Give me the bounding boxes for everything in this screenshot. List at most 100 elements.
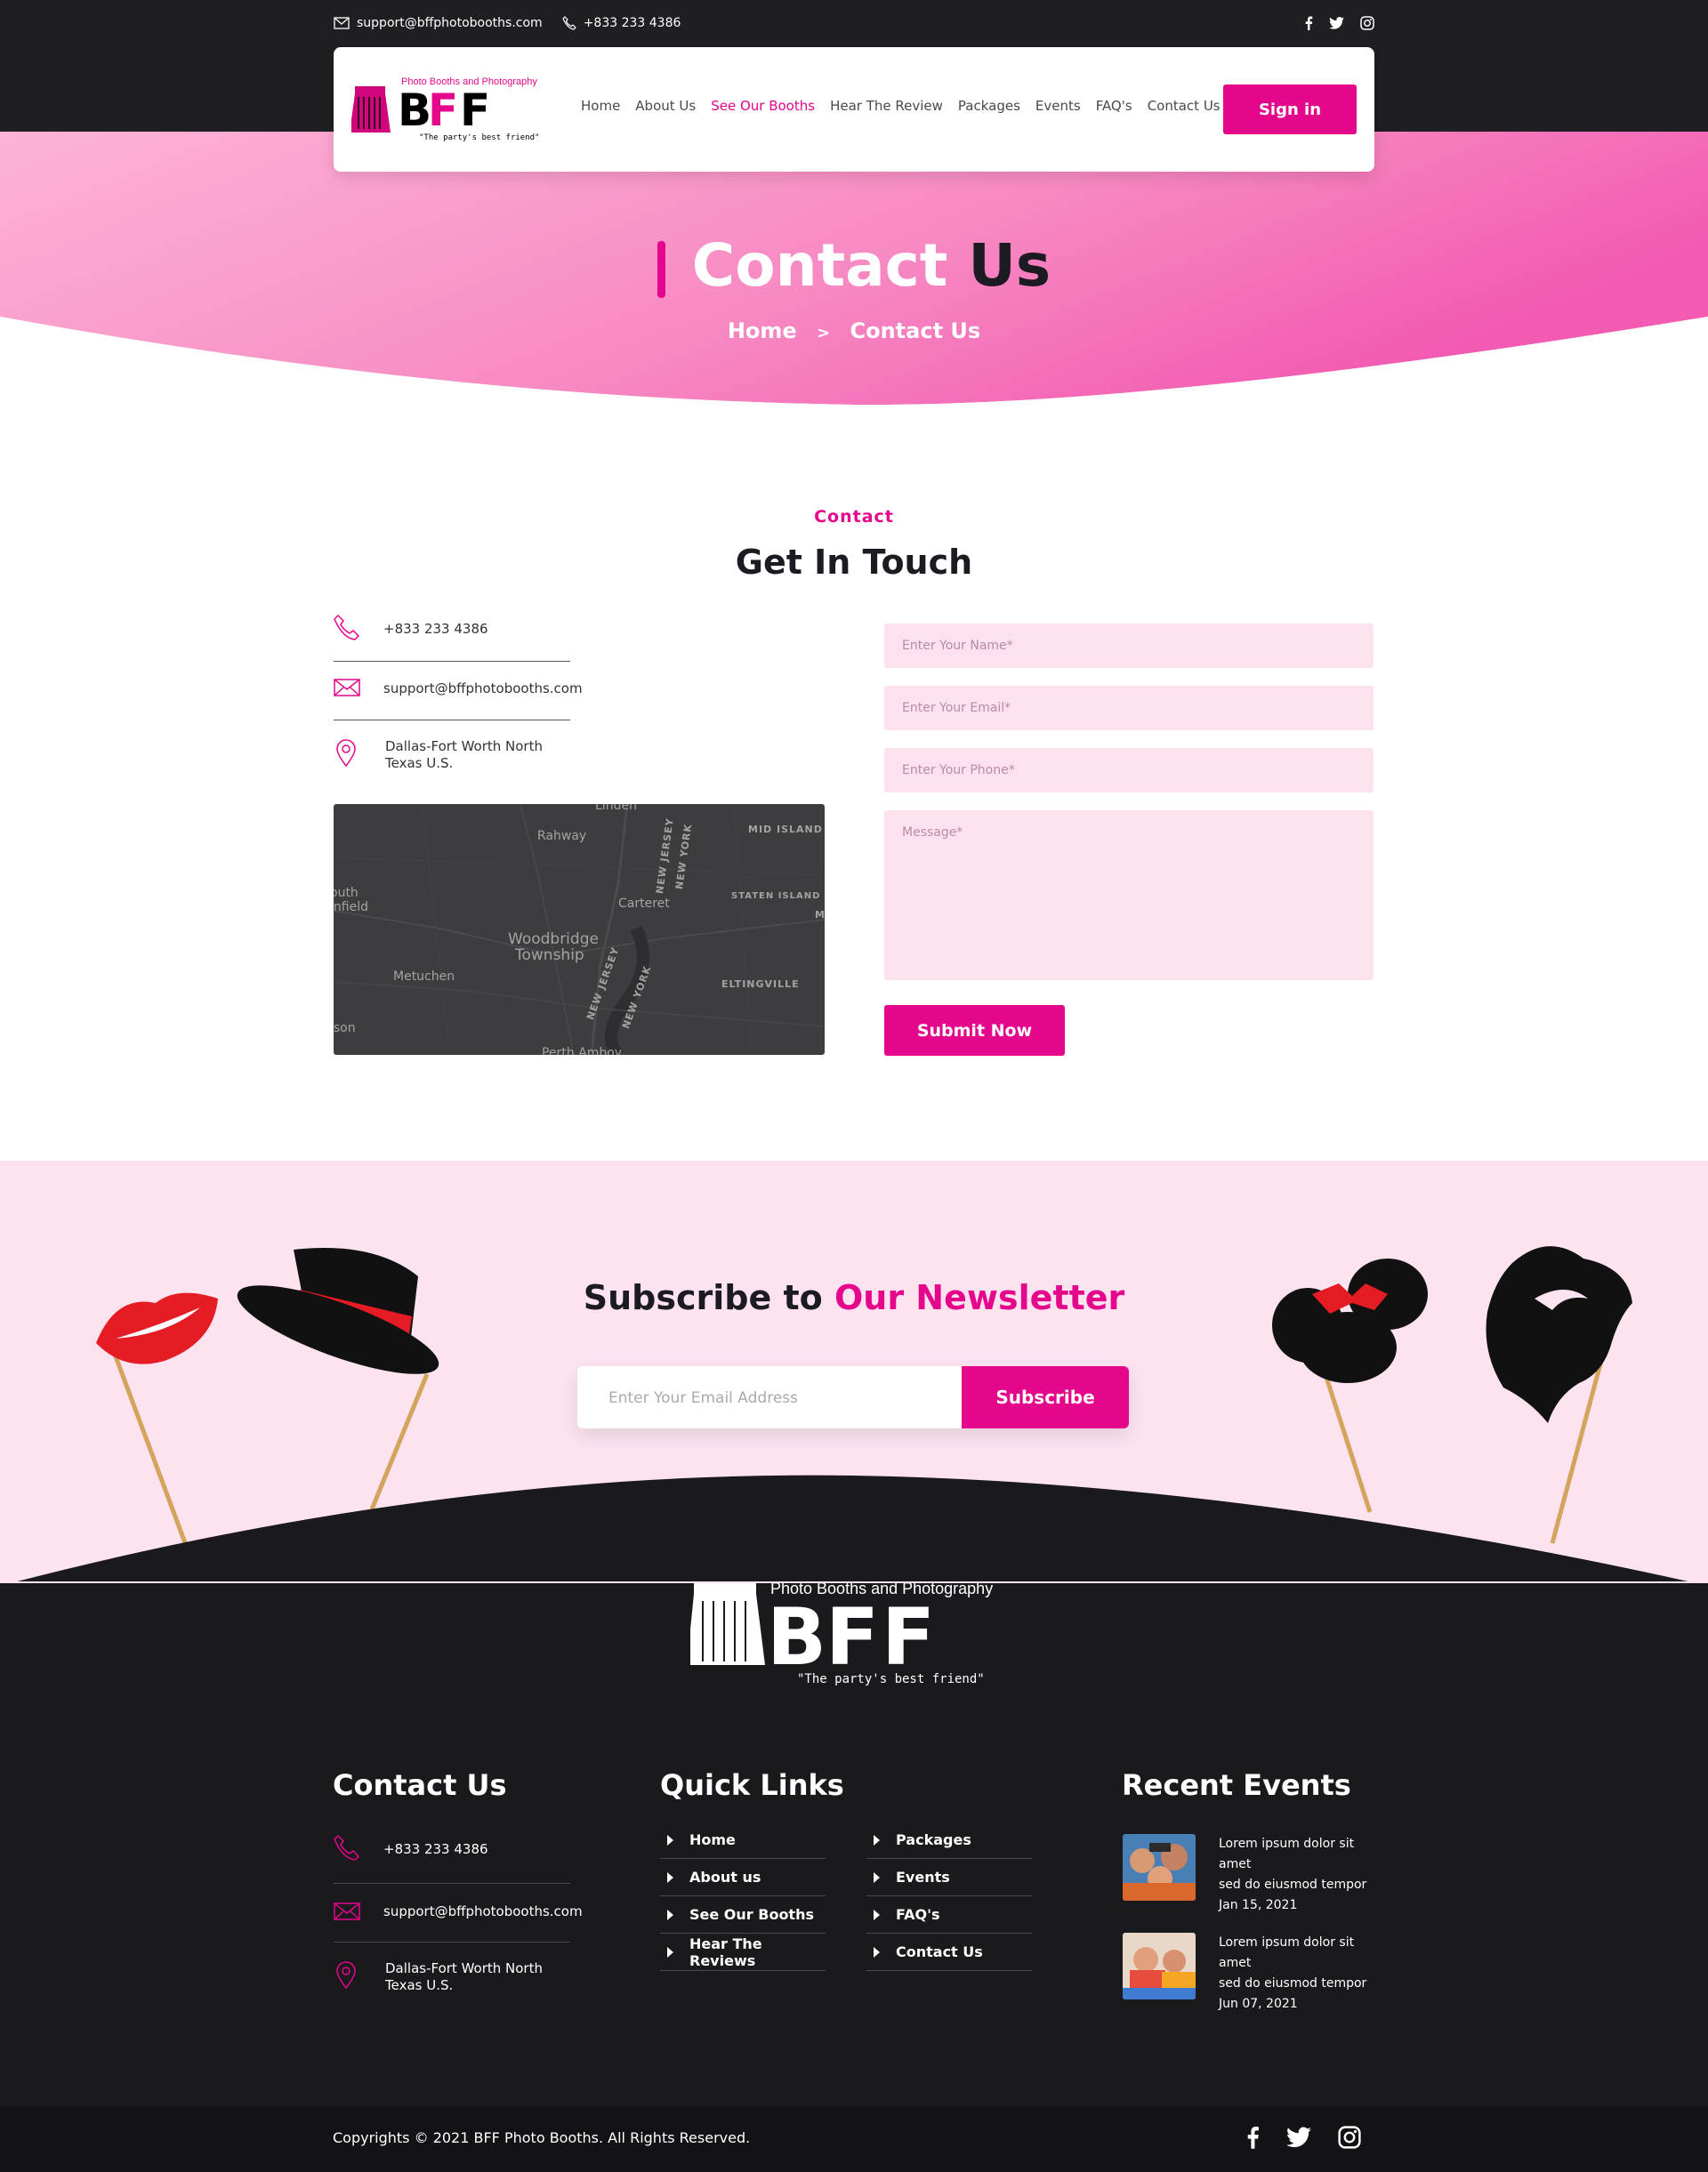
svg-text:"The party's best friend": "The party's best friend" <box>797 1672 985 1686</box>
footer-email[interactable]: support@bffphotobooths.com <box>334 1902 583 1943</box>
map-label: STATEN ISLAND <box>731 891 821 901</box>
phone-icon <box>561 16 576 30</box>
email-field[interactable]: Enter Your Email* <box>884 686 1374 730</box>
caret-right-icon <box>667 1909 673 1920</box>
footer-events-title: Recent Events <box>1122 1768 1351 1802</box>
svg-text:B: B <box>767 1591 826 1683</box>
breadcrumb: Home > Contact Us <box>0 318 1708 343</box>
newsletter-email-input[interactable]: Enter Your Email Address <box>608 1389 798 1407</box>
submit-button[interactable]: Submit Now <box>884 1005 1065 1056</box>
nav-item-about-us[interactable]: About Us <box>635 98 696 114</box>
map-label: ELTINGVILLE <box>721 978 800 990</box>
map-label: ison <box>334 1021 356 1035</box>
svg-text:F: F <box>826 1591 879 1683</box>
nav-item-contact-us[interactable]: Contact Us <box>1148 98 1221 114</box>
subscribe-button[interactable]: Subscribe <box>962 1366 1129 1428</box>
nav-item-packages[interactable]: Packages <box>958 98 1020 114</box>
copyright-bar: Copyrights © 2021 BFF Photo Booths. All … <box>0 2106 1708 2172</box>
footer-social <box>1245 2126 1361 2149</box>
instagram-icon[interactable] <box>1360 16 1374 30</box>
map-label: Rahway <box>537 829 587 843</box>
event-thumbnail <box>1123 1933 1196 1999</box>
brand-logo[interactable]: Photo Booths and Photography B F F "The … <box>350 74 556 145</box>
svg-text:B: B <box>398 84 431 136</box>
svg-text:"The party's best friend": "The party's best friend" <box>419 133 539 142</box>
twitter-icon[interactable] <box>1286 2126 1311 2149</box>
map-label: outh <box>334 886 359 900</box>
main-header: Photo Booths and Photography B F F "The … <box>334 47 1374 172</box>
nav-item-events[interactable]: Events <box>1035 98 1081 114</box>
facebook-icon[interactable] <box>1245 2126 1260 2149</box>
page-hero: Contact Us Home > Contact Us <box>0 132 1708 407</box>
quick-link-packages[interactable]: Packages <box>866 1822 1032 1859</box>
map-label: Perth Amboy <box>542 1046 623 1055</box>
breadcrumb-separator: > <box>817 324 831 342</box>
caret-right-icon <box>874 1909 880 1920</box>
mail-icon <box>334 1902 360 1921</box>
map-label: infield <box>334 900 368 914</box>
section-title: Get In Touch <box>735 543 973 582</box>
mail-icon <box>334 17 350 29</box>
quick-link-faq-s[interactable]: FAQ's <box>866 1896 1032 1934</box>
nav-item-hear-the-review[interactable]: Hear The Review <box>830 98 943 114</box>
twitter-icon[interactable] <box>1329 16 1344 30</box>
map-label: MID ISLAND <box>748 824 823 835</box>
location-pin-icon <box>335 1960 357 1989</box>
svg-text:F: F <box>882 1591 935 1683</box>
main-nav: Home About Us See Our Booths Hear The Revie… <box>581 98 1221 114</box>
event-item[interactable]: Lorem ipsum dolor sit amet sed do eiusmo… <box>1123 1834 1381 1916</box>
sign-in-button[interactable]: Sign in <box>1223 84 1357 134</box>
quick-link-see-our-booths[interactable]: See Our Booths <box>660 1896 826 1934</box>
newsletter-title: Subscribe to Our Newsletter <box>583 1278 1125 1317</box>
footer-phone[interactable]: +833 233 4386 <box>334 1834 570 1884</box>
quick-link-events[interactable]: Events <box>866 1859 1032 1896</box>
page-title: Contact Us <box>0 231 1708 300</box>
breadcrumb-home[interactable]: Home <box>728 318 797 343</box>
quick-link-hear-the-reviews[interactable]: Hear The Reviews <box>660 1934 826 1971</box>
map-label: Township <box>515 946 584 964</box>
copyright-text: Copyrights © 2021 BFF Photo Booths. All … <box>333 2129 751 2146</box>
facebook-icon[interactable] <box>1304 16 1313 30</box>
footer-logo[interactable]: Photo Booths and Photography B F F "The … <box>687 1580 1019 1686</box>
map-label: M <box>815 909 825 921</box>
topbar-email[interactable]: support@bffphotobooths.com <box>334 16 543 30</box>
quick-link-home[interactable]: Home <box>660 1822 826 1859</box>
phone-icon <box>334 1834 360 1861</box>
map-label: Linden <box>595 804 637 813</box>
caret-right-icon <box>874 1871 880 1883</box>
nav-item-home[interactable]: Home <box>581 98 620 114</box>
event-thumbnail <box>1123 1834 1196 1901</box>
topbar-social <box>1304 16 1374 30</box>
quick-link-about-us[interactable]: About us <box>660 1859 826 1896</box>
site-footer: Photo Booths and Photography B F F "The … <box>0 1580 1708 2172</box>
footer-address: Dallas-Fort Worth North Texas U.S. <box>334 1960 570 2005</box>
footer-links-title: Quick Links <box>660 1768 844 1802</box>
footer-curve <box>17 1475 1688 1581</box>
message-field[interactable]: Message* <box>884 810 1374 980</box>
location-map[interactable]: Linden Rahway MID ISLAND NEW JERSEY NEW … <box>334 804 825 1055</box>
phone-field[interactable]: Enter Your Phone* <box>884 748 1374 792</box>
contact-phone[interactable]: +833 233 4386 <box>334 614 570 662</box>
map-label: Carteret <box>618 897 670 911</box>
nav-item-see-our-booths[interactable]: See Our Booths <box>711 98 815 114</box>
caret-right-icon <box>874 1834 880 1846</box>
topbar-phone[interactable]: +833 233 4386 <box>561 16 681 30</box>
footer-contact-title: Contact Us <box>333 1768 507 1802</box>
section-tag: Contact <box>814 507 894 527</box>
svg-text:F: F <box>460 84 490 136</box>
instagram-icon[interactable] <box>1338 2126 1361 2149</box>
event-item[interactable]: Lorem ipsum dolor sit amet sed do eiusmo… <box>1123 1933 1381 2015</box>
caret-right-icon <box>874 1946 880 1958</box>
contact-email[interactable]: support@bffphotobooths.com <box>334 678 583 720</box>
subscribe-form: Enter Your Email Address Subscribe <box>577 1366 1129 1428</box>
caret-right-icon <box>667 1834 673 1846</box>
location-pin-icon <box>335 738 357 767</box>
caret-right-icon <box>667 1946 673 1958</box>
name-field[interactable]: Enter Your Name* <box>884 623 1374 668</box>
nav-item-faq-s[interactable]: FAQ's <box>1096 98 1132 114</box>
breadcrumb-current: Contact Us <box>850 318 981 343</box>
map-label: Metuchen <box>393 969 455 984</box>
caret-right-icon <box>667 1871 673 1883</box>
quick-link-contact-us[interactable]: Contact Us <box>866 1934 1032 1971</box>
phone-icon <box>334 614 360 640</box>
